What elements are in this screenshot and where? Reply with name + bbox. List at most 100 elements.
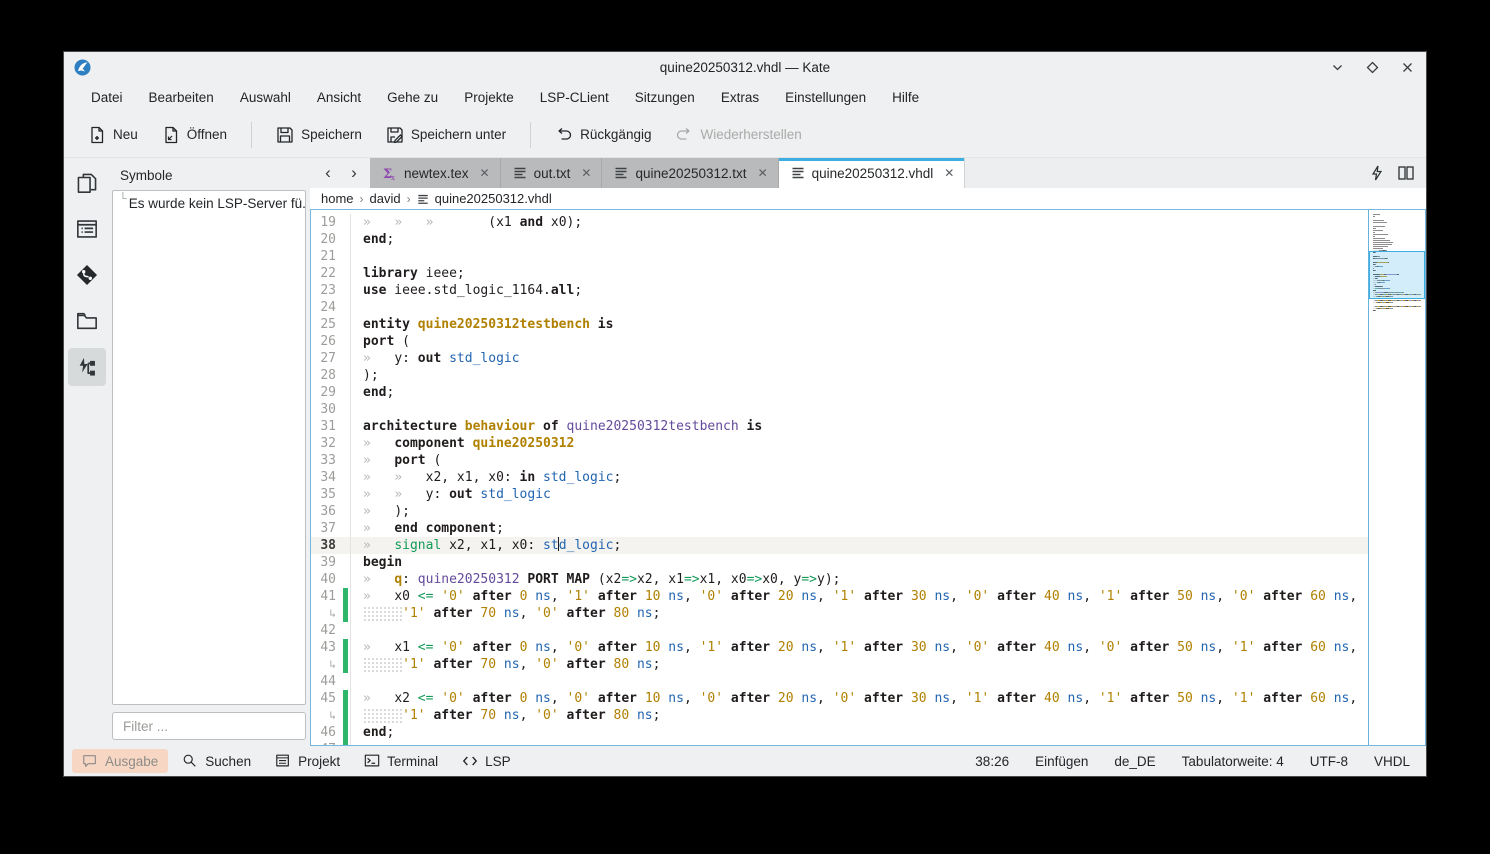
marker-border	[342, 299, 351, 316]
code-line-20[interactable]: 20end;	[311, 231, 1368, 248]
menu-hilfe[interactable]: Hilfe	[879, 86, 932, 109]
dictionary[interactable]: de_DE	[1114, 754, 1155, 769]
code-line-28[interactable]: 28);	[311, 367, 1368, 384]
code-line-41[interactable]: 41» x0 <= '0' after 0 ns, '1' after 10 n…	[311, 588, 1368, 605]
code-line-29[interactable]: 29 end;	[311, 384, 1368, 401]
menu-auswahl[interactable]: Auswahl	[227, 86, 304, 109]
tab-next-button[interactable]: ›	[342, 160, 366, 186]
textfile-icon	[791, 166, 805, 180]
toolview-symbols-button[interactable]	[68, 348, 106, 386]
titlebar[interactable]: quine20250312.vhdl — Kate	[64, 52, 1426, 82]
code-line-32[interactable]: 32» component quine20250312	[311, 435, 1368, 452]
toolview-documents-button[interactable]	[68, 164, 106, 202]
tab-newtex.tex[interactable]: Σxnewtex.tex✕	[370, 158, 501, 188]
code-line-39[interactable]: 39begin	[311, 554, 1368, 571]
encoding[interactable]: UTF-8	[1310, 754, 1348, 769]
code-line-37[interactable]: 37» end component;	[311, 520, 1368, 537]
toolview-folder-button[interactable]	[68, 302, 106, 340]
code-line-33[interactable]: 33» port (	[311, 452, 1368, 469]
save-button[interactable]: Speichern	[266, 119, 372, 151]
code-line-19[interactable]: 19» » » (x1 and x0);	[311, 214, 1368, 231]
statusbar-panel-label: Ausgabe	[105, 754, 158, 769]
close-button[interactable]	[1401, 61, 1414, 74]
menu-ansicht[interactable]: Ansicht	[304, 86, 374, 109]
toolview-list-button[interactable]	[68, 210, 106, 248]
symbols-filter-input[interactable]: Filter ...	[112, 712, 306, 740]
code-line-34[interactable]: 34» » x2, x1, x0: in std_logic;	[311, 469, 1368, 486]
statusbar-lsp-button[interactable]: LSP	[452, 749, 521, 773]
code-line-wrap[interactable]: ↳ '1' after 70 ns, '0' after 80 ns;	[311, 707, 1368, 724]
tab-close-icon[interactable]: ✕	[581, 166, 591, 180]
doc-new-button[interactable]: Neu	[78, 119, 148, 151]
code-line-38[interactable]: 38» signal x2, x1, x0: std_logic;	[311, 537, 1368, 554]
menu-gehe-zu[interactable]: Gehe zu	[374, 86, 451, 109]
symbols-tree-item[interactable]: └ Es wurde kein LSP-Server fü...	[119, 196, 299, 211]
code-line-wrap[interactable]: ↳ '1' after 70 ns, '0' after 80 ns;	[311, 605, 1368, 622]
cursor-position[interactable]: 38:26	[975, 754, 1009, 769]
code-line-40[interactable]: 40» q: quine20250312 PORT MAP (x2=>x2, x…	[311, 571, 1368, 588]
tab-out.txt[interactable]: out.txt✕	[501, 158, 603, 188]
code-line-23[interactable]: 23use ieee.std_logic_1164.all;	[311, 282, 1368, 299]
syntax-mode[interactable]: VHDL	[1374, 754, 1410, 769]
code-line-35[interactable]: 35» » y: out std_logic	[311, 486, 1368, 503]
code-line-wrap[interactable]: ↳ '1' after 70 ns, '0' after 80 ns;	[311, 656, 1368, 673]
quick-open-icon[interactable]	[1370, 165, 1384, 181]
code-editor[interactable]: 19» » » (x1 and x0);20end;2122library ie…	[310, 209, 1426, 746]
code-line-21[interactable]: 21	[311, 248, 1368, 265]
code-line-46[interactable]: 46end;	[311, 724, 1368, 741]
code-text	[351, 741, 1368, 745]
menu-bearbeiten[interactable]: Bearbeiten	[136, 86, 227, 109]
code-line-26[interactable]: 26port (	[311, 333, 1368, 350]
menu-lsp-client[interactable]: LSP-CLient	[527, 86, 622, 109]
tab-quine20250312.vhdl[interactable]: quine20250312.vhdl✕	[779, 158, 966, 188]
statusbar-projekt-button[interactable]: Projekt	[265, 749, 350, 773]
code-line-31[interactable]: 31architecture behaviour of quine2025031…	[311, 418, 1368, 435]
statusbar-ausgabe-button[interactable]: Ausgabe	[72, 749, 168, 773]
code-line-44[interactable]: 44	[311, 673, 1368, 690]
line-number: 42	[311, 622, 342, 639]
menu-datei[interactable]: Datei	[78, 86, 136, 109]
code-line-24[interactable]: 24	[311, 299, 1368, 316]
toolview-git-button[interactable]	[68, 256, 106, 294]
maximize-button[interactable]	[1366, 61, 1379, 74]
input-mode[interactable]: Einfügen	[1035, 754, 1088, 769]
tab-close-icon[interactable]: ✕	[480, 166, 490, 180]
symbols-tree[interactable]: └ Es wurde kein LSP-Server fü...	[112, 190, 306, 705]
tab-close-icon[interactable]: ✕	[758, 166, 768, 180]
menu-einstellungen[interactable]: Einstellungen	[772, 86, 879, 109]
menu-sitzungen[interactable]: Sitzungen	[622, 86, 708, 109]
code-line-22[interactable]: 22library ieee;	[311, 265, 1368, 282]
tex-icon: Σx	[382, 166, 397, 181]
doc-open-button[interactable]: Öffnen	[152, 119, 237, 151]
undo-button[interactable]: Rückgängig	[545, 119, 661, 151]
code-text: end;	[351, 384, 1368, 401]
code-line-43[interactable]: 43» x1 <= '0' after 0 ns, '0' after 10 n…	[311, 639, 1368, 656]
code-text: » x2 <= '0' after 0 ns, '0' after 10 ns,…	[351, 690, 1368, 707]
split-view-icon[interactable]	[1398, 166, 1414, 180]
breadcrumb-file[interactable]: quine20250312.vhdl	[435, 191, 552, 206]
code-line-42[interactable]: 42	[311, 622, 1368, 639]
tab-width[interactable]: Tabulatorweite: 4	[1182, 754, 1284, 769]
minimap-scrollbar[interactable]	[1368, 210, 1425, 745]
code-line-27[interactable]: 27» y: out std_logic	[311, 350, 1368, 367]
tab-quine20250312.txt[interactable]: quine20250312.txt✕	[602, 158, 778, 188]
code-line-30[interactable]: 30	[311, 401, 1368, 418]
code-line-47[interactable]: 47	[311, 741, 1368, 745]
save-as-button[interactable]: Speichern unter	[376, 119, 516, 151]
menu-projekte[interactable]: Projekte	[451, 86, 527, 109]
tab-close-icon[interactable]: ✕	[944, 166, 954, 180]
breadcrumb-home[interactable]: home	[321, 191, 354, 206]
breadcrumb-david[interactable]: david	[370, 191, 401, 206]
code-line-25[interactable]: 25entity quine20250312testbench is	[311, 316, 1368, 333]
statusbar-terminal-button[interactable]: Terminal	[354, 749, 448, 773]
line-number: 40	[311, 571, 342, 588]
menu-extras[interactable]: Extras	[708, 86, 772, 109]
line-number: 29	[311, 384, 342, 401]
tab-prev-button[interactable]: ‹	[316, 160, 340, 186]
kate-window: quine20250312.vhdl — Kate DateiBearbeite…	[64, 52, 1426, 776]
minimap-viewport[interactable]	[1369, 251, 1425, 299]
code-line-36[interactable]: 36» );	[311, 503, 1368, 520]
minimize-button[interactable]	[1331, 61, 1344, 74]
statusbar-suchen-button[interactable]: Suchen	[172, 749, 261, 773]
code-line-45[interactable]: 45» x2 <= '0' after 0 ns, '0' after 10 n…	[311, 690, 1368, 707]
